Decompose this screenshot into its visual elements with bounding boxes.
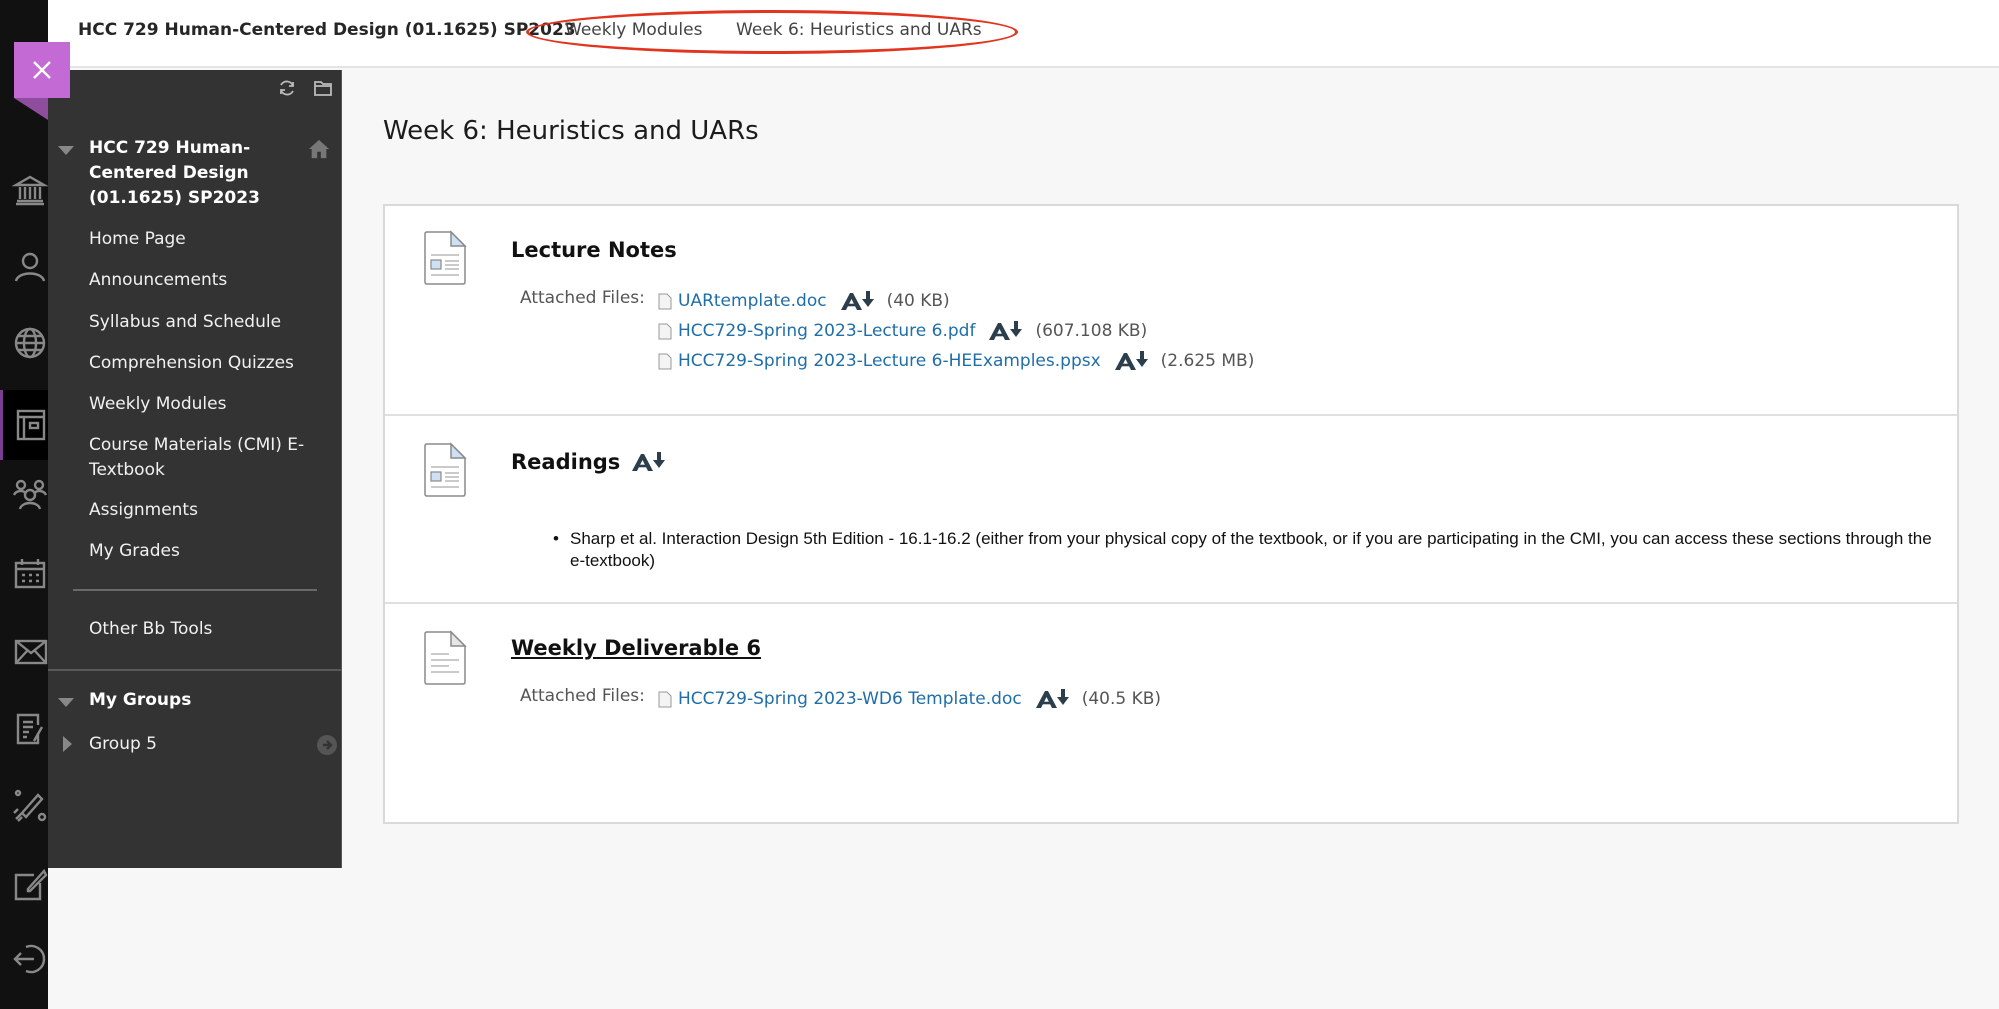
attached-file: HCC729-Spring 2023-Lecture 6.pdf (607.10…: [658, 320, 1147, 342]
profile-icon: [14, 252, 46, 282]
attached-file: HCC729-Spring 2023-WD6 Template.doc (40.…: [658, 688, 1161, 710]
rail-edit[interactable]: [0, 856, 48, 914]
file-icon: [658, 691, 672, 707]
close-course-menu-button[interactable]: [14, 42, 70, 98]
rail-grades[interactable]: [0, 700, 48, 758]
refresh-icon[interactable]: [277, 78, 297, 98]
attached-files-label: Attached Files:: [520, 686, 645, 706]
document-icon: [424, 442, 467, 497]
groups-collapse-caret[interactable]: [58, 698, 74, 707]
menu-item-weekly-modules[interactable]: Weekly Modules: [89, 392, 319, 417]
alternative-formats-icon[interactable]: [987, 320, 1023, 342]
grades-icon: [16, 713, 44, 745]
breadcrumb-weekly-modules[interactable]: Weekly Modules: [565, 20, 702, 40]
file-link[interactable]: HCC729-Spring 2023-Lecture 6-HEExamples.…: [678, 351, 1101, 371]
file-icon: [658, 323, 672, 339]
rail-profile[interactable]: [0, 238, 48, 296]
courses-icon: [16, 409, 46, 441]
content-item-weekly-deliverable: Weekly Deliverable 6 Attached Files: HCC…: [385, 606, 1957, 822]
arrow-right-icon: [323, 740, 333, 750]
group-expand-caret[interactable]: [63, 736, 72, 752]
global-nav-rail: [0, 0, 48, 1009]
alternative-formats-icon[interactable]: [630, 451, 666, 473]
alternative-formats-icon[interactable]: [1113, 350, 1149, 372]
menu-divider: [73, 589, 317, 591]
rail-organizations[interactable]: [0, 466, 48, 524]
file-size: (40.5 KB): [1081, 689, 1162, 709]
file-link[interactable]: UARtemplate.doc: [678, 291, 827, 311]
menu-item-my-grades[interactable]: My Grades: [89, 539, 319, 564]
breadcrumb-current-page: Week 6: Heuristics and UARs: [736, 20, 982, 40]
course-home-button[interactable]: [308, 138, 330, 164]
group-go-button[interactable]: [317, 735, 337, 755]
messages-icon: [14, 639, 48, 665]
breadcrumb-course[interactable]: HCC 729 Human-Centered Design (01.1625) …: [78, 20, 576, 40]
close-icon: [33, 61, 51, 79]
content-item-lecture-notes: Lecture Notes Attached Files: UARtemplat…: [385, 206, 1957, 416]
rail-calendar[interactable]: [0, 544, 48, 602]
groups-icon: [12, 479, 48, 510]
rail-messages[interactable]: [0, 622, 48, 680]
assignment-document-icon: [424, 630, 467, 685]
menu-item-assignments[interactable]: Assignments: [89, 498, 319, 523]
calendar-icon: [14, 559, 46, 589]
file-icon: [658, 353, 672, 369]
file-link[interactable]: HCC729-Spring 2023-WD6 Template.doc: [678, 689, 1022, 709]
globe-icon: [14, 327, 46, 359]
file-size: (2.625 MB): [1160, 351, 1255, 371]
menu-item-syllabus[interactable]: Syllabus and Schedule: [89, 310, 319, 335]
close-tab-fold: [14, 98, 48, 120]
file-icon: [658, 293, 672, 309]
document-icon: [424, 230, 467, 285]
attached-files-label: Attached Files:: [520, 288, 645, 308]
alternative-formats-icon[interactable]: [1034, 688, 1070, 710]
my-groups-title[interactable]: My Groups: [89, 690, 191, 710]
course-menu: HCC 729 Human-Centered Design (01.1625) …: [48, 70, 342, 868]
item-title: Lecture Notes: [511, 238, 677, 262]
file-size: (607.108 KB): [1035, 321, 1148, 341]
file-size: (40 KB): [886, 291, 950, 311]
sign-out-icon: [13, 944, 46, 974]
attached-file: HCC729-Spring 2023-Lecture 6-HEExamples.…: [658, 350, 1254, 372]
institution-icon: [12, 175, 48, 206]
alternative-formats-icon[interactable]: [839, 290, 875, 312]
folder-view-icon[interactable]: [313, 78, 333, 98]
rail-tools[interactable]: [0, 776, 48, 834]
content-list: Lecture Notes Attached Files: UARtemplat…: [383, 204, 1959, 824]
file-link[interactable]: HCC729-Spring 2023-Lecture 6.pdf: [678, 321, 975, 341]
menu-tools: [277, 78, 333, 98]
menu-section-separator: [48, 669, 342, 671]
page-title: Week 6: Heuristics and UARs: [383, 116, 759, 146]
menu-item-announcements[interactable]: Announcements: [89, 268, 319, 293]
course-menu-title[interactable]: HCC 729 Human-Centered Design (01.1625) …: [89, 136, 269, 211]
readings-list: Sharp et al. Interaction Design 5th Edit…: [553, 528, 1933, 572]
attached-file: UARtemplate.doc (40 KB): [658, 290, 950, 312]
tools-icon: [13, 789, 47, 822]
rail-sign-out[interactable]: [0, 930, 48, 988]
course-collapse-caret[interactable]: [58, 146, 74, 155]
weekly-deliverable-link[interactable]: Weekly Deliverable 6: [511, 636, 761, 660]
group-item[interactable]: Group 5: [89, 732, 319, 757]
reading-item: Sharp et al. Interaction Design 5th Edit…: [553, 528, 1933, 572]
menu-item-quizzes[interactable]: Comprehension Quizzes: [89, 351, 319, 376]
rail-activity[interactable]: [0, 314, 48, 372]
edit-icon: [14, 868, 48, 901]
menu-item-course-materials[interactable]: Course Materials (CMI) E-Textbook: [89, 433, 309, 483]
breadcrumb-bar: HCC 729 Human-Centered Design (01.1625) …: [48, 0, 1999, 68]
menu-item-home-page[interactable]: Home Page: [89, 227, 319, 252]
menu-item-other-tools[interactable]: Other Bb Tools: [89, 617, 319, 642]
item-title-row: Readings: [511, 450, 666, 474]
home-icon: [308, 139, 330, 159]
item-title: Readings: [511, 450, 621, 474]
rail-institution[interactable]: [0, 162, 48, 220]
content-item-readings: Readings Sharp et al. Interaction Design…: [385, 418, 1957, 604]
rail-courses[interactable]: [0, 390, 48, 460]
